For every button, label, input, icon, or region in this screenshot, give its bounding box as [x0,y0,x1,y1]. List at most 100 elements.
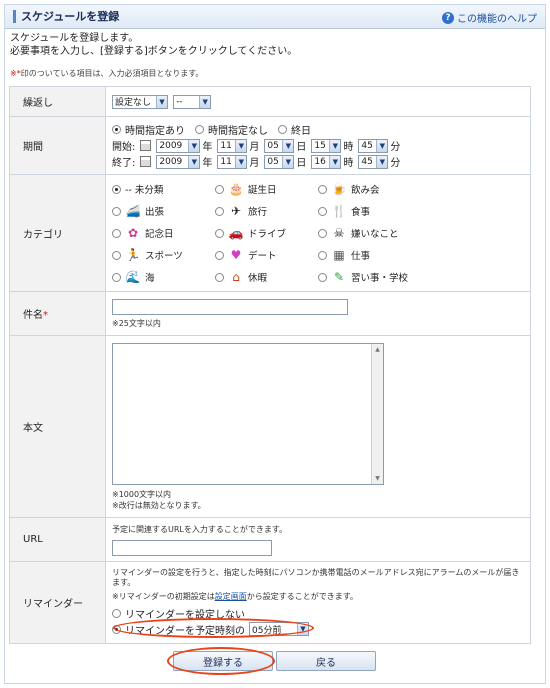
reminder-label: リマインダー [9,561,106,644]
start-minute-value: 45 [361,140,373,151]
category-radio[interactable] [318,228,327,238]
url-input[interactable] [112,539,272,556]
help-question-icon: ? [442,11,454,24]
category-radio[interactable] [112,184,121,194]
period-option-radio-2[interactable] [278,125,287,134]
reminder-off-radio[interactable] [112,608,121,618]
category-option-label: スポーツ [145,251,183,262]
repeat-row: 繰返し 設定なし ▼ -- ▼ [9,86,531,117]
category-option-travel[interactable]: ✈ 旅行 [215,203,318,219]
chevron-down-icon: ▼ [199,95,211,108]
category-option-sea[interactable]: 🌊 海 [112,269,215,285]
category-row: カテゴリ -- 未分類 🎂 誕生日 🍺 飲み会 🚄 出張 ✈ 旅行 🍴 食事 ✿ 記念日 🚗… [9,174,531,292]
period-option-radio-1[interactable] [195,125,204,134]
category-option-label: ドライブ [248,229,287,240]
body-textarea[interactable]: ▲ ▼ [112,342,384,485]
end-month-value: 11 [220,156,232,167]
required-note: ※*印のついている項目は、入力必須項目となります。 [10,68,203,79]
calendar-icon[interactable] [140,156,152,167]
category-option-drive[interactable]: 🚗 ドライブ [215,225,318,241]
reminder-note-suffix: から設定することができます。 [246,592,358,601]
subject-input[interactable] [112,298,348,315]
category-option-vacation[interactable]: ⌂ 休暇 [215,269,318,285]
category-option-lessons[interactable]: ✎ 習い事・学校 [318,269,428,285]
start-year-select[interactable]: 2009 ▼ [156,138,201,153]
category-option-label: 休暇 [248,273,268,284]
category-option-label: 仕事 [351,251,371,262]
category-option-business-trip[interactable]: 🚄 出張 [112,203,215,219]
unit-year: 年 [202,158,213,169]
category-option-sports[interactable]: 🏃 スポーツ [112,247,215,263]
help-link[interactable]: ? この機能のヘルプ [442,10,537,25]
period-option-label-2: 終日 [291,126,311,137]
category-option-anniversary[interactable]: ✿ 記念日 [112,225,215,241]
category-radio[interactable] [318,184,327,194]
category-option-drinking[interactable]: 🍺 飲み会 [318,181,428,197]
calendar-icon[interactable] [140,140,152,151]
subject-label: 件名* [9,291,106,336]
url-label: URL [9,517,106,562]
category-radio[interactable] [112,228,121,238]
repeat-select[interactable]: 設定なし ▼ [112,94,168,109]
intro-text: スケジュールを登録します。 必要事項を入力し、[登録する]ボタンをクリックしてく… [10,32,297,58]
end-minute-select[interactable]: 45 ▼ [358,154,389,169]
category-radio[interactable] [318,272,327,282]
end-year-value: 2009 [159,156,183,167]
repeat-select-value: 設定なし [115,98,152,108]
repeat-label: 繰返し [9,86,106,117]
help-link-label: この機能のヘルプ [457,14,537,25]
end-hour-select[interactable]: 16 ▼ [311,154,342,169]
category-label: カテゴリ [9,174,106,292]
start-day-select[interactable]: 05 ▼ [264,138,295,153]
category-radio[interactable] [318,206,327,216]
scroll-up-icon[interactable]: ▲ [373,345,382,354]
category-radio[interactable] [215,228,224,238]
category-option-work[interactable]: ▦ 仕事 [318,247,428,263]
textarea-scrollbar[interactable]: ▲ ▼ [371,343,383,484]
submit-highlight-oval [167,647,275,675]
scroll-down-icon[interactable]: ▼ [373,474,382,483]
repeat-sub-select[interactable]: -- ▼ [173,94,212,109]
category-radio[interactable] [215,250,224,260]
category-option-label: 飲み会 [351,185,380,196]
start-month-value: 11 [220,140,232,151]
category-option-dislike[interactable]: ☠ 嫌いなこと [318,225,428,241]
page-title: スケジュールを登録 [13,10,119,23]
start-month-select[interactable]: 11 ▼ [217,138,248,153]
category-radio[interactable] [215,206,224,216]
end-month-select[interactable]: 11 ▼ [217,154,248,169]
category-option-date[interactable]: ♥ デート [215,247,318,263]
category-radio[interactable] [215,272,224,282]
category-radio[interactable] [112,206,121,216]
subject-row: 件名* ※25文字以内 [9,291,531,336]
chevron-down-icon: ▼ [235,139,247,152]
category-radio[interactable] [112,250,121,260]
category-option-uncategorized[interactable]: -- 未分類 [112,181,215,197]
category-radio[interactable] [112,272,121,282]
end-year-select[interactable]: 2009 ▼ [156,154,201,169]
start-hour-select[interactable]: 15 ▼ [311,138,342,153]
end-day-select[interactable]: 05 ▼ [264,154,295,169]
url-row: URL 予定に関連するURLを入力することができます。 [9,517,531,562]
category-radio[interactable] [215,184,224,194]
required-mark: * [43,310,48,321]
required-note-text: 印のついている項目は、入力必須項目となります。 [20,69,204,78]
category-option-birthday[interactable]: 🎂 誕生日 [215,181,318,197]
body-hint-2: ※改行は無効となります。 [112,500,206,510]
chevron-down-icon: ▼ [376,155,388,168]
reminder-highlight-oval [113,618,314,638]
period-option-radio-0[interactable] [112,125,121,134]
period-options: 時間指定あり 時間指定なし 終日 [112,122,524,138]
settings-screen-link[interactable]: 設定画面 [215,592,247,601]
chevron-down-icon: ▼ [156,95,167,108]
start-minute-select[interactable]: 45 ▼ [358,138,389,153]
category-option-label: 誕生日 [248,185,277,196]
repeat-sub-select-value: -- [176,96,183,107]
chevron-down-icon: ▼ [376,139,388,152]
back-button[interactable]: 戻る [276,651,376,671]
unit-day: 日 [296,158,307,169]
category-grid: -- 未分類 🎂 誕生日 🍺 飲み会 🚄 出張 ✈ 旅行 🍴 食事 ✿ 記念日 🚗 ドライブ … [112,179,524,287]
beer-mug-icon: 🍺 [331,182,347,196]
category-radio[interactable] [318,250,327,260]
category-option-meal[interactable]: 🍴 食事 [318,203,428,219]
